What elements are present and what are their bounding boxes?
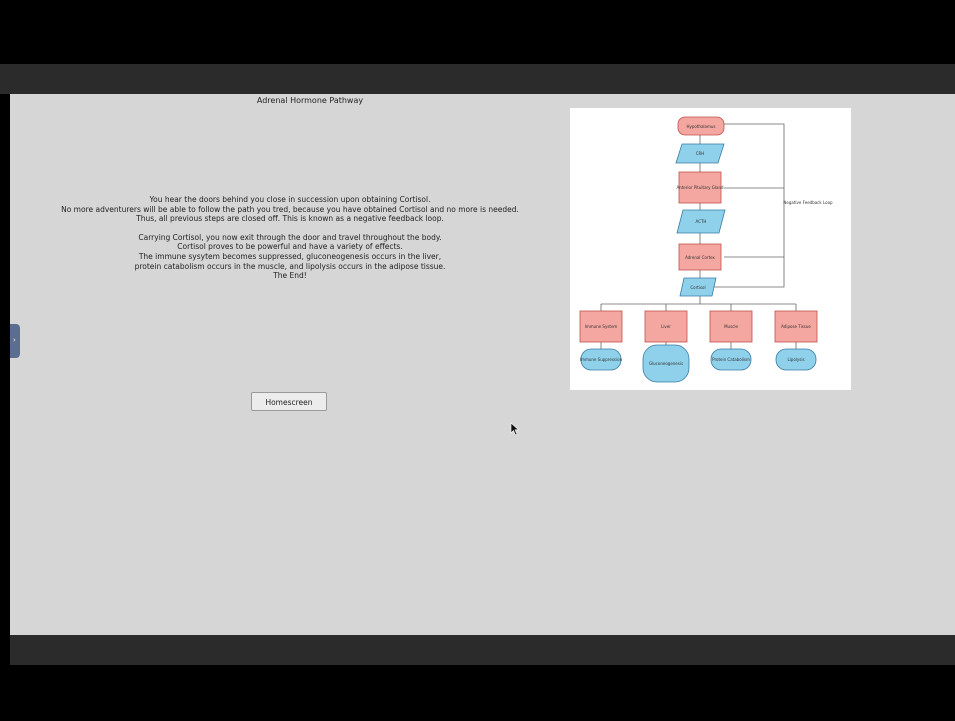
page-title: Adrenal Hormone Pathway [256, 96, 364, 105]
story-line: Carrying Cortisol, you now exit through … [138, 232, 442, 242]
node-label: Adrenal Cortex [685, 255, 715, 260]
story-line: Thus, all previous steps are closed off.… [136, 214, 444, 224]
node-label: Adipose Tissue [781, 324, 811, 329]
mouse-pointer-icon [510, 422, 520, 436]
node-label: Anterior Pituitary Gland [676, 185, 724, 190]
node-label: Immune Suppression [580, 357, 623, 362]
top-letterbox [0, 0, 955, 64]
app-window: Adrenal Hormone Pathway You hear the doo… [10, 94, 955, 635]
bottom-letterbox [0, 665, 955, 721]
node-label: CRH [696, 151, 705, 156]
side-panel-toggle[interactable]: › [10, 324, 20, 358]
node-label: Protein Catabolism [712, 357, 750, 362]
diagram-svg: Hypothalamus CRH Anterior Pituitary Glan… [579, 116, 833, 383]
node-label: Lipolysis [787, 357, 804, 362]
story-line: The immune sysytem becomes suppressed, g… [138, 251, 442, 261]
story-line: The End! [273, 271, 307, 281]
story-line: Cortisol proves to be powerful and have … [177, 242, 403, 252]
node-label: Muscle [724, 324, 738, 329]
bottom-toolbar [10, 635, 955, 665]
hormone-pathway-diagram: Hypothalamus CRH Anterior Pituitary Glan… [570, 108, 851, 390]
homescreen-button[interactable]: Homescreen [251, 392, 327, 411]
story-line: No more adventurers will be able to foll… [61, 204, 519, 214]
story-text: You hear the doors behind you close in s… [10, 195, 570, 281]
node-label: Gluconeogenesis [649, 361, 683, 366]
story-line: You hear the doors behind you close in s… [149, 195, 431, 204]
left-edge [0, 94, 10, 635]
node-label: Cortisol [690, 285, 705, 290]
top-toolbar [0, 64, 955, 94]
node-label: Liver [661, 324, 671, 329]
node-label: Immune System [585, 324, 618, 329]
node-label: Hypothalamus [687, 124, 716, 129]
story-line: protein catabolism occurs in the muscle,… [134, 261, 446, 271]
arrow-right-icon: › [13, 336, 16, 344]
node-label: Negative Feedback Loop [783, 200, 833, 205]
node-label: ACTH [696, 219, 707, 224]
